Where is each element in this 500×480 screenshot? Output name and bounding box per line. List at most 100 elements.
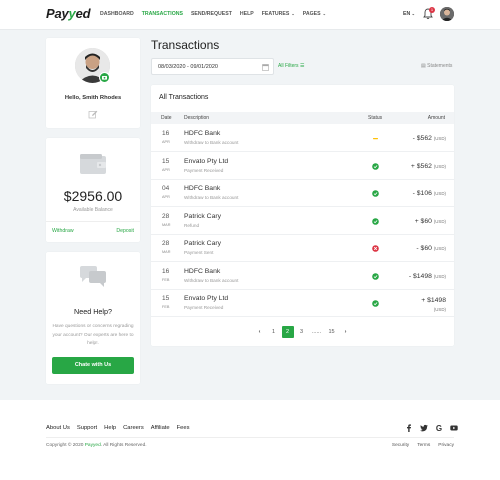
balance-label: Available Balance <box>73 207 113 213</box>
amount-currency: (USD) <box>433 218 446 224</box>
footer-link-affiliate[interactable]: Affiliate <box>151 425 170 431</box>
logo[interactable]: Payyed <box>46 6 91 21</box>
transaction-month: MAR <box>162 222 171 227</box>
all-filters-link[interactable]: All Filters ☰ <box>278 63 304 69</box>
transaction-amount: + $562 (USD) <box>411 163 446 170</box>
footer: About Us Support Help Careers Affiliate Fees … <box>0 400 500 480</box>
profile-greeting: Hello, Smith Rhodes <box>64 95 122 101</box>
success-icon <box>372 162 379 170</box>
table-row[interactable]: 28 MAR Patrick Cary Payment Sent - $60 (USD) <box>151 235 454 262</box>
amount-value: + $562 <box>410 162 432 170</box>
transaction-day: 15 <box>162 295 170 302</box>
user-avatar[interactable] <box>440 7 454 21</box>
page-button-2[interactable]: 2 <box>281 326 294 338</box>
nav-item-label: SEND/REQUEST <box>190 11 232 17</box>
transaction-description: Withdraw to Bank account <box>184 195 239 200</box>
nav-item-send-request[interactable]: SEND/REQUEST <box>191 11 232 17</box>
date-range-input[interactable]: 08/03/2020 - 09/01/2020 <box>151 58 274 75</box>
transaction-day: 04 <box>162 185 170 192</box>
transaction-month: APR <box>162 140 170 144</box>
footer-link-fees[interactable]: Fees <box>177 425 190 431</box>
transaction-name: Patrick Cary <box>184 240 222 247</box>
table-row[interactable]: 04 APR HDFC Bank Withdraw to Bank account - … <box>151 180 454 207</box>
previous-page-button[interactable]: ‹ <box>254 326 266 338</box>
transaction-day: 15 <box>162 157 170 165</box>
transaction-day: 16 <box>162 267 170 275</box>
chevron-down-icon: ⌄ <box>321 11 327 16</box>
column-amount: Amount <box>427 115 445 121</box>
transaction-amount: - $1498 (USD) <box>409 273 446 280</box>
page-button-last[interactable]: 15 <box>326 326 338 338</box>
table-header: Date Description Status Amount <box>151 112 454 124</box>
next-page-button[interactable]: › <box>340 326 352 338</box>
footer-link-careers[interactable]: Careers <box>123 425 144 431</box>
nav-item-pages[interactable]: PAGES ⌄ <box>303 11 326 17</box>
column-date: Date <box>161 115 172 121</box>
header: Payyed DASHBOARD TRANSACTIONS SEND/REQUEST… <box>0 0 500 30</box>
transaction-description: Withdraw to Bank account <box>184 277 239 283</box>
legal-link-privacy[interactable]: Privacy <box>438 443 454 448</box>
transaction-amount: + $1498 (USD) <box>421 296 446 314</box>
help-title: Need Help? <box>74 307 112 316</box>
wallet-icon <box>80 154 106 174</box>
withdraw-link[interactable]: Withdraw <box>52 228 74 234</box>
transaction-name: HDFC Bank <box>184 185 221 192</box>
transactions-card-title: All Transactions <box>159 94 209 101</box>
amount-value: + $60 <box>414 217 432 225</box>
nav-item-label: HELP <box>239 11 254 17</box>
transaction-name: HDFC Bank <box>184 267 221 275</box>
amount-value: + $1498 <box>421 297 446 304</box>
nav-item-label: FEATURES <box>261 11 290 17</box>
statements-link[interactable]: ▤ Statements <box>421 63 452 69</box>
footer-link-help[interactable]: Help <box>104 425 116 431</box>
notification-badge: 1 <box>429 7 435 13</box>
transaction-month: MAR <box>162 250 171 254</box>
filter-icon: ☰ <box>299 63 305 69</box>
transaction-day: 28 <box>162 212 170 220</box>
facebook-icon[interactable] <box>405 424 413 432</box>
deposit-link[interactable]: Deposit <box>116 228 134 234</box>
chat-button[interactable]: Chate with Us <box>52 357 134 374</box>
legal-link-terms[interactable]: Terms <box>417 443 430 448</box>
nav-item-transactions[interactable]: TRANSACTIONS <box>142 11 183 17</box>
nav-item-features[interactable]: FEATURES ⌄ <box>262 11 295 17</box>
youtube-icon[interactable] <box>450 424 458 432</box>
failed-icon <box>372 245 379 252</box>
amount-currency: (USD) <box>433 163 446 169</box>
page-button-3[interactable]: 3 <box>296 326 308 338</box>
transaction-name: Patrick Cary <box>184 212 222 220</box>
table-row[interactable]: 16 FEB HDFC Bank Withdraw to Bank account - … <box>151 263 454 290</box>
footer-link-support[interactable]: Support <box>77 425 97 431</box>
table-row[interactable]: 15 FEB Envato Pty Ltd Payment Received + $14… <box>151 290 454 317</box>
page-button-1[interactable]: 1 <box>268 326 280 338</box>
language-selector[interactable]: EN ⌄ <box>403 11 415 17</box>
nav-item-help[interactable]: HELP <box>240 11 254 17</box>
amount-currency: (USD) <box>433 307 446 312</box>
table-row[interactable]: 28 MAR Patrick Cary Refund + $60 (USD) <box>151 208 454 235</box>
nav-item-dashboard[interactable]: DASHBOARD <box>100 11 134 17</box>
success-icon <box>372 217 379 225</box>
table-row[interactable]: 15 APR Envato Pty Ltd Payment Received + $56… <box>151 153 454 180</box>
calendar-icon[interactable] <box>262 63 269 71</box>
column-status: Status <box>368 115 383 121</box>
legal-link-security[interactable]: Security <box>392 443 409 448</box>
edit-icon[interactable] <box>88 110 98 119</box>
transaction-amount: + $60 (USD) <box>415 218 446 225</box>
amount-value: - $106 <box>412 190 432 197</box>
amount-currency: (USD) <box>433 273 446 279</box>
pending-icon <box>373 138 378 140</box>
success-icon <box>372 190 379 197</box>
google-icon[interactable]: G <box>435 424 443 432</box>
table-row[interactable]: 16 APR HDFC Bank Withdraw to Bank account - … <box>151 125 454 152</box>
balance-amount: $2956.00 <box>63 188 123 204</box>
nav-item-label: TRANSACTIONS <box>141 11 183 17</box>
legal-links: Security Terms Privacy <box>392 443 454 448</box>
camera-icon[interactable] <box>99 72 110 83</box>
transaction-name: Envato Pty Ltd <box>184 295 229 302</box>
transaction-name: Envato Pty Ltd <box>184 157 229 165</box>
transaction-description: Payment Sent <box>184 250 214 255</box>
nav-item-label: PAGES <box>302 11 321 17</box>
twitter-icon[interactable] <box>420 424 428 432</box>
page-title: Transactions <box>151 38 220 52</box>
footer-link-about-us[interactable]: About Us <box>46 425 70 431</box>
